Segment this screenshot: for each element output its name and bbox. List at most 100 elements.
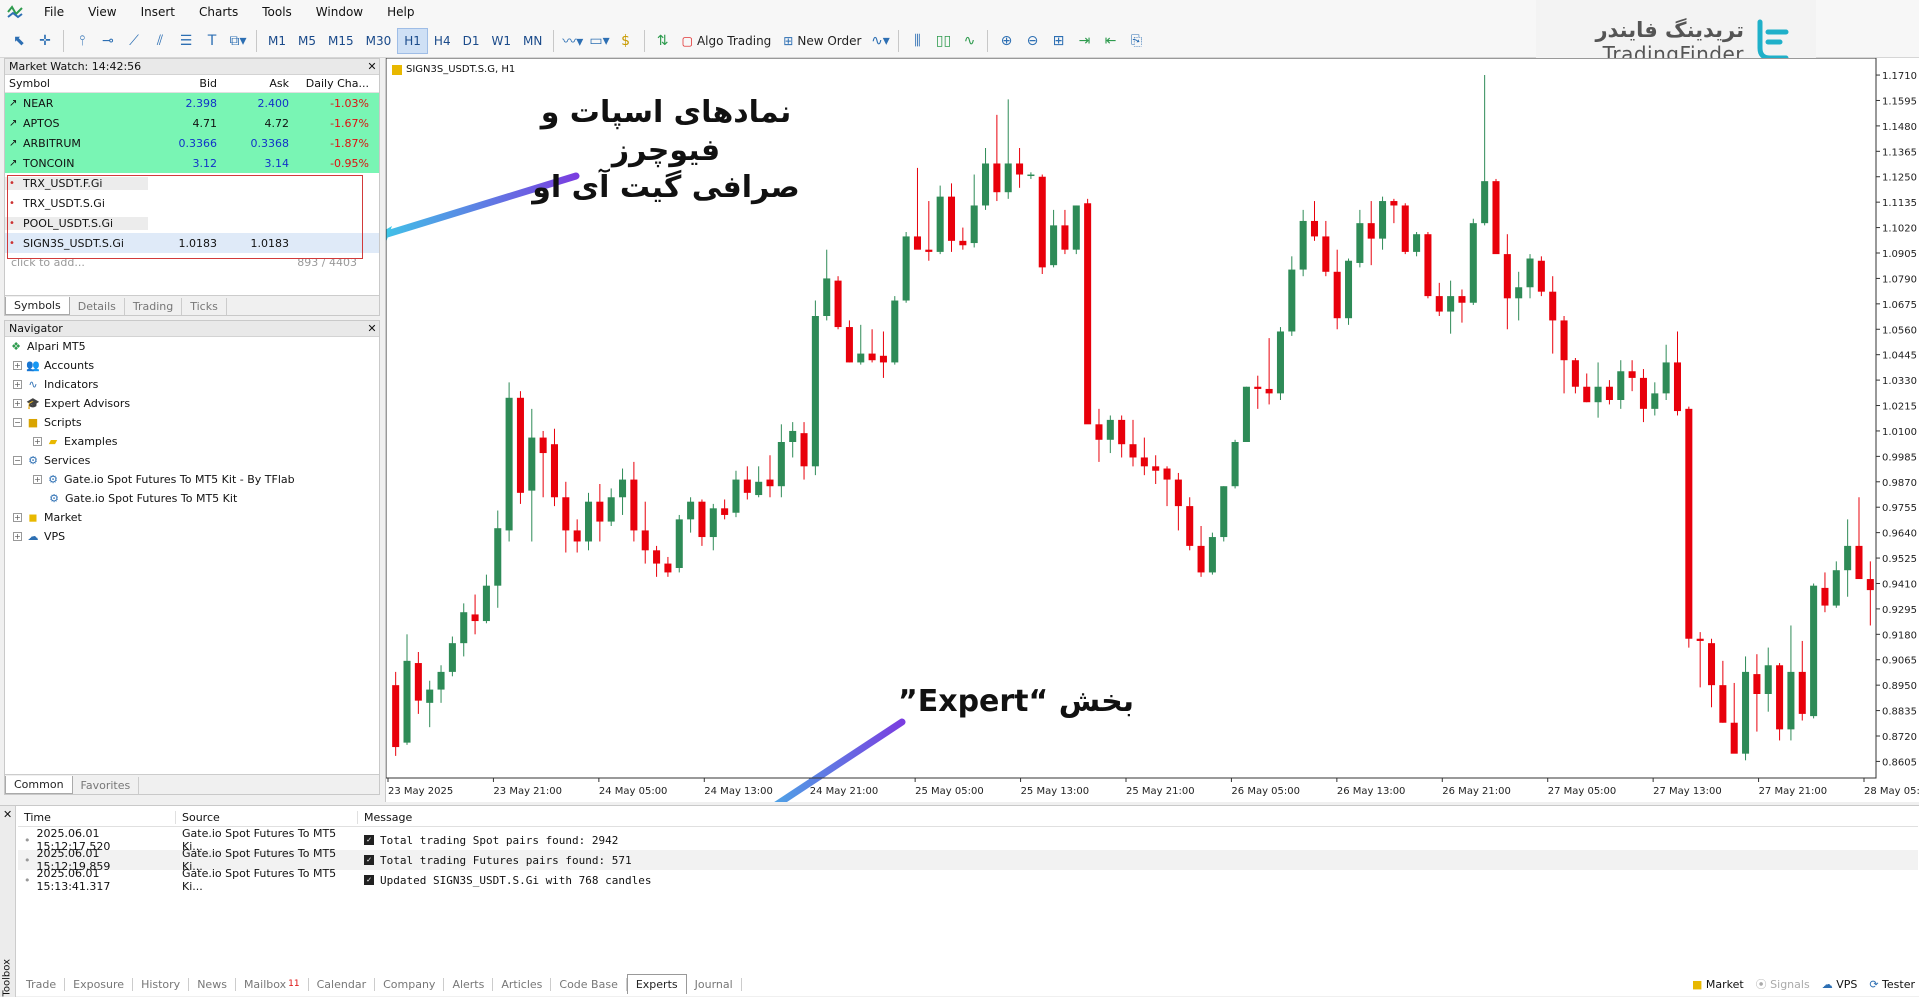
tab-code-base[interactable]: Code Base <box>551 977 627 991</box>
timeframe-m30[interactable]: M30 <box>360 28 398 54</box>
tab-calendar[interactable]: Calendar <box>309 977 376 991</box>
signals-link[interactable]: ⦿ Signals <box>1756 976 1810 992</box>
crosshair-icon[interactable]: ✛ <box>32 28 58 54</box>
log-row[interactable]: • 2025.06.01 15:13:41.317 Gate.io Spot Fu… <box>18 867 1918 893</box>
col-daily-change[interactable]: Daily Cha... <box>293 77 373 90</box>
bar-chart-icon[interactable]: ⫼ <box>904 28 930 54</box>
timeframe-h1[interactable]: H1 <box>397 27 428 54</box>
close-icon[interactable]: ✕ <box>365 60 379 73</box>
expand-icon[interactable]: + <box>13 399 22 408</box>
tab-experts[interactable]: Experts <box>626 974 687 994</box>
collapse-icon[interactable]: − <box>13 418 22 427</box>
algo-status-icon[interactable]: ⇅ <box>650 28 676 54</box>
tab-favorites[interactable]: Favorites <box>73 777 140 794</box>
new-order-button[interactable]: ⊞ New Order <box>777 28 867 54</box>
tab-symbols[interactable]: Symbols <box>5 297 70 315</box>
tab-trade[interactable]: Trade <box>18 977 66 991</box>
tab-journal[interactable]: Journal <box>687 977 742 991</box>
symbol-row[interactable]: ↗ ARBITRUM 0.3366 0.3368 -1.87% <box>5 133 379 153</box>
tester-link[interactable]: ⟳ Tester <box>1869 978 1915 991</box>
vps-link[interactable]: ☁ VPS <box>1822 978 1858 991</box>
col-time[interactable]: Time <box>18 811 176 824</box>
timeframe-m15[interactable]: M15 <box>322 28 360 54</box>
zoom-in-icon[interactable]: ⊕ <box>993 28 1019 54</box>
menu-window[interactable]: Window <box>304 5 375 19</box>
menu-charts[interactable]: Charts <box>187 5 250 19</box>
text-icon[interactable]: T <box>199 28 225 54</box>
timeframe-h4[interactable]: H4 <box>428 28 457 54</box>
timeframe-mn[interactable]: MN <box>517 28 548 54</box>
timeframe-m1[interactable]: M1 <box>262 28 292 54</box>
tab-company[interactable]: Company <box>375 977 445 991</box>
line-chart-icon[interactable]: ∿ <box>956 28 982 54</box>
tab-alerts[interactable]: Alerts <box>444 977 494 991</box>
candles-icon[interactable]: ▯▯ <box>930 28 956 54</box>
tab-ticks[interactable]: Ticks <box>182 298 227 315</box>
nav-item-market[interactable]: + ◼ Market <box>5 508 379 527</box>
trendline-icon[interactable]: ⟋ <box>121 28 147 54</box>
col-bid[interactable]: Bid <box>149 77 221 90</box>
menu-insert[interactable]: Insert <box>129 5 187 19</box>
shapes-icon[interactable]: ⧉▾ <box>225 28 251 54</box>
nav-item-root[interactable]: ❖ Alpari MT5 <box>5 337 379 356</box>
menu-help[interactable]: Help <box>375 5 426 19</box>
tab-common[interactable]: Common <box>5 776 73 794</box>
tab-details[interactable]: Details <box>70 298 125 315</box>
grid-icon[interactable]: ⊞ <box>1045 28 1071 54</box>
fibonacci-icon[interactable]: ☰ <box>173 28 199 54</box>
menu-tools[interactable]: Tools <box>250 5 304 19</box>
horizontal-line-icon[interactable]: ⊸ <box>95 28 121 54</box>
tab-articles[interactable]: Articles <box>493 977 552 991</box>
symbol-row[interactable]: ↗ APTOS 4.71 4.72 -1.67% <box>5 113 379 133</box>
tab-trading[interactable]: Trading <box>125 298 183 315</box>
nav-item-service2[interactable]: ⚙ Gate.io Spot Futures To MT5 Kit <box>5 489 379 508</box>
expand-icon[interactable]: + <box>13 361 22 370</box>
algo-trading-button[interactable]: ▢ Algo Trading <box>676 28 778 54</box>
timeframe-d1[interactable]: D1 <box>457 28 486 54</box>
chart-window[interactable]: 1.1710 1.1595 1.1480 1.1365 1.1250 1.1135 1.10… <box>385 58 1919 802</box>
col-message[interactable]: Message <box>358 811 412 824</box>
indicators-icon[interactable]: ∿▾ <box>867 28 893 54</box>
expand-icon[interactable]: + <box>33 475 42 484</box>
expand-icon[interactable]: + <box>13 380 22 389</box>
nav-item-services[interactable]: − ⚙ Services <box>5 451 379 470</box>
col-ask[interactable]: Ask <box>221 77 293 90</box>
nav-item-indicators[interactable]: + ∿ Indicators <box>5 375 379 394</box>
collapse-icon[interactable]: − <box>13 456 22 465</box>
templates-icon[interactable]: ▭▾ <box>586 28 612 54</box>
tab-history[interactable]: History <box>133 977 190 991</box>
cursor-icon[interactable]: ⬉ <box>6 28 32 54</box>
nav-item-accounts[interactable]: + 👥 Accounts <box>5 356 379 375</box>
vertical-line-icon[interactable]: ⫯ <box>69 28 95 54</box>
menu-file[interactable]: File <box>32 5 76 19</box>
nav-item-scripts[interactable]: − ■ Scripts <box>5 413 379 432</box>
col-symbol[interactable]: Symbol <box>5 77 149 90</box>
nav-item-experts[interactable]: + 🎓 Expert Advisors <box>5 394 379 413</box>
close-icon[interactable]: ✕ <box>3 808 12 821</box>
nav-item-examples[interactable]: + ▰ Examples <box>5 432 379 451</box>
channel-icon[interactable]: ⫽ <box>147 28 173 54</box>
symbol-row[interactable]: ↗ NEAR 2.398 2.400 -1.03% <box>5 93 379 113</box>
nav-item-vps[interactable]: + ☁ VPS <box>5 527 379 546</box>
col-source[interactable]: Source <box>176 811 358 824</box>
expand-icon[interactable]: + <box>13 513 22 522</box>
expand-icon[interactable]: + <box>33 437 42 446</box>
dollar-icon[interactable]: $ <box>613 28 639 54</box>
chart-shift-icon[interactable]: ⇤ <box>1097 28 1123 54</box>
candle-body <box>550 444 558 498</box>
menu-view[interactable]: View <box>76 5 128 19</box>
autoscroll-icon[interactable]: ⇥ <box>1071 28 1097 54</box>
screenshot-icon[interactable]: ⎘ <box>1123 28 1149 54</box>
tab-news[interactable]: News <box>189 977 236 991</box>
zoom-out-icon[interactable]: ⊖ <box>1019 28 1045 54</box>
chart-type-icon[interactable]: 〰▾ <box>559 28 586 54</box>
nav-item-service1[interactable]: + ⚙ Gate.io Spot Futures To MT5 Kit - By… <box>5 470 379 489</box>
expand-icon[interactable]: + <box>13 532 22 541</box>
timeframe-m5[interactable]: M5 <box>292 28 322 54</box>
market-link[interactable]: ■ Market <box>1692 978 1744 991</box>
close-icon[interactable]: ✕ <box>365 322 379 335</box>
tab-mailbox[interactable]: Mailbox 11 <box>236 977 309 991</box>
tab-exposure[interactable]: Exposure <box>65 977 134 991</box>
timeframe-w1[interactable]: W1 <box>485 28 517 54</box>
symbol-row[interactable]: ↗ TONCOIN 3.12 3.14 -0.95% <box>5 153 379 173</box>
